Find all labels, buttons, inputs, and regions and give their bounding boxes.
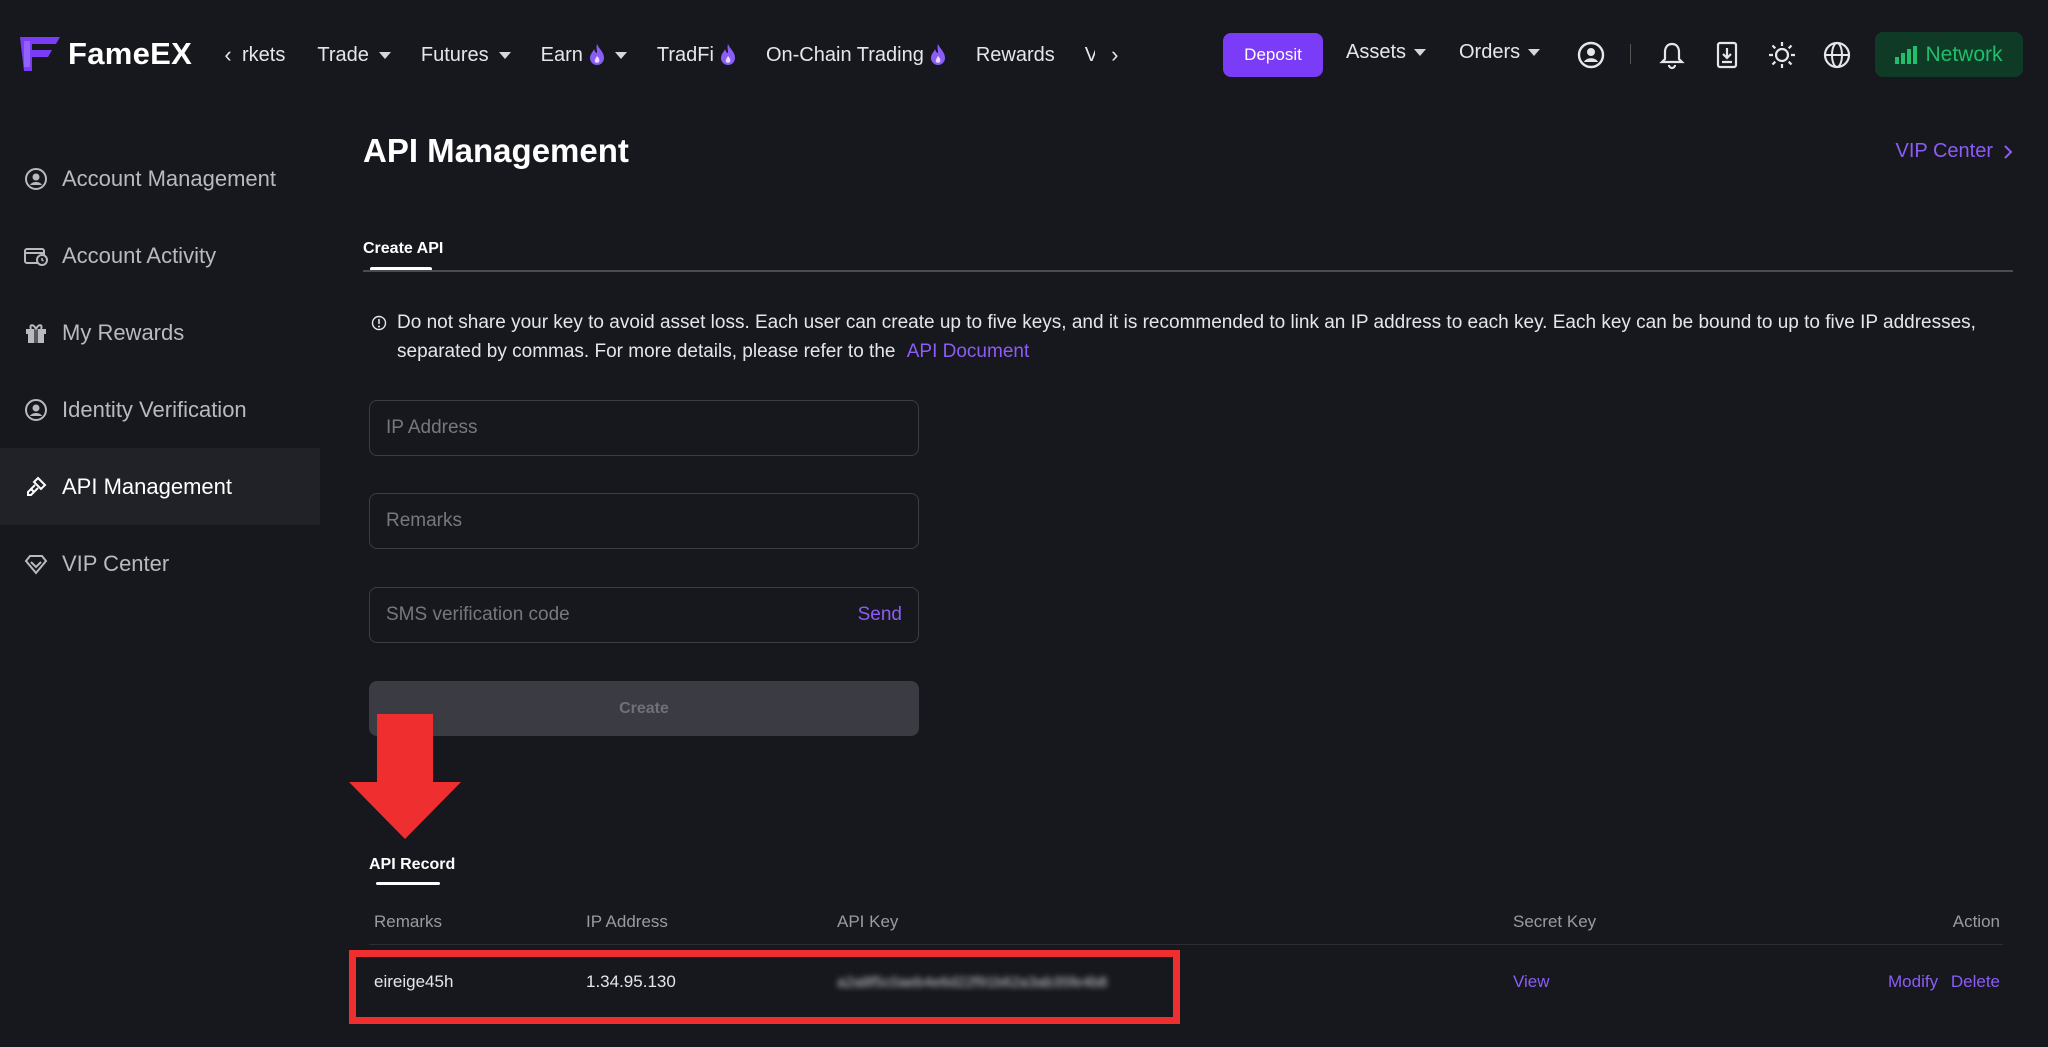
caret-down-icon — [614, 51, 627, 59]
network-label: Network — [1925, 42, 2003, 66]
nav-scroll-left-icon[interactable]: ‹ — [214, 42, 242, 68]
record-tab-indicator — [376, 882, 440, 885]
api-record-table-header: Remarks IP Address API Key Secret Key Ac… — [363, 912, 2003, 944]
info-circle-icon — [371, 315, 387, 331]
sms-code-input[interactable] — [386, 604, 858, 626]
table-header-divider — [369, 944, 2003, 945]
signal-bars-icon — [1895, 45, 1918, 64]
globe-language-icon[interactable] — [1822, 40, 1852, 70]
sidebar-item-identity-verification[interactable]: Identity Verification — [0, 371, 320, 448]
fire-icon — [930, 44, 945, 65]
nav-item-label: Earn — [540, 43, 583, 66]
caret-down-icon — [1414, 49, 1427, 56]
user-circle-icon — [25, 167, 47, 190]
divider — [1630, 44, 1631, 64]
fameex-logo-icon — [20, 37, 60, 71]
nav-item-label: rkets — [242, 43, 286, 66]
nav-item-earn[interactable]: Earn — [541, 44, 627, 67]
nav-item-truncated[interactable]: V — [1085, 44, 1095, 67]
send-code-button[interactable]: Send — [858, 604, 902, 626]
page-title: API Management — [363, 132, 629, 169]
key-icon — [27, 476, 47, 496]
sidebar-item-account-activity[interactable]: Account Activity — [0, 217, 320, 294]
nav-item-markets[interactable]: rkets — [242, 44, 285, 67]
sidebar-item-vip-center[interactable]: VIP Center — [0, 525, 320, 602]
sidebar-item-label: My Rewards — [62, 319, 185, 345]
sms-code-field[interactable]: Send — [369, 587, 919, 643]
vip-center-link[interactable]: VIP Center — [1896, 140, 2013, 163]
api-notice: Do not share your key to avoid asset los… — [371, 308, 1991, 366]
highlight-box-annotation — [349, 950, 1180, 1024]
column-header-secret-key: Secret Key — [1513, 912, 1597, 931]
sidebar-item-label: Account Management — [62, 165, 277, 191]
column-header-api-key: API Key — [837, 912, 899, 931]
brand-name: FameEX — [68, 36, 193, 71]
fire-icon — [720, 44, 735, 65]
gift-icon — [26, 323, 46, 343]
nav-item-label: On-Chain Trading — [765, 43, 924, 66]
nav-item-trade[interactable]: Trade — [317, 44, 391, 67]
ip-address-field[interactable] — [369, 400, 919, 456]
notice-text: Do not share your key to avoid asset los… — [397, 312, 1976, 362]
nav-item-label: V — [1084, 43, 1095, 66]
nav-item-label: Rewards — [975, 43, 1055, 66]
assets-menu[interactable]: Assets — [1346, 41, 1427, 64]
network-status[interactable]: Network — [1875, 32, 2023, 77]
delete-link[interactable]: Delete — [1951, 972, 2000, 992]
assets-label: Assets — [1346, 41, 1407, 63]
orders-label: Orders — [1459, 41, 1521, 63]
theme-sun-icon[interactable] — [1767, 40, 1797, 70]
column-header-action: Action — [1952, 912, 2000, 931]
sidebar-item-label: Identity Verification — [62, 396, 247, 422]
wallet-clock-icon — [24, 247, 48, 266]
id-user-icon — [25, 398, 47, 421]
nav-scroll-right-icon[interactable]: › — [1101, 42, 1129, 68]
fire-icon — [589, 44, 604, 65]
top-navbar: FameEX ‹ rkets Trade Futures Earn TradFi… — [0, 0, 2048, 108]
modify-link[interactable]: Modify — [1888, 972, 1938, 992]
tab-divider — [363, 270, 2013, 272]
sidebar-item-label: API Management — [62, 473, 232, 499]
diamond-icon — [24, 554, 48, 575]
nav-item-label: Futures — [420, 43, 489, 66]
sidebar: Account Management Account Activity My R… — [0, 140, 320, 602]
remarks-input[interactable] — [386, 510, 902, 532]
column-header-remarks: Remarks — [374, 912, 443, 931]
deposit-button[interactable]: Deposit — [1223, 33, 1323, 77]
notice-text-block: Do not share your key to avoid asset los… — [397, 308, 1991, 366]
orders-menu[interactable]: Orders — [1459, 41, 1541, 64]
column-header-ip-address: IP Address — [586, 912, 668, 931]
sidebar-item-label: VIP Center — [62, 550, 170, 576]
bell-icon[interactable] — [1657, 40, 1687, 70]
chevron-right-icon — [2004, 144, 2013, 159]
sidebar-item-account-management[interactable]: Account Management — [0, 140, 320, 217]
nav-item-tradfi[interactable]: TradFi — [657, 44, 736, 67]
nav-item-futures[interactable]: Futures — [421, 44, 511, 67]
nav-item-on-chain-trading[interactable]: On-Chain Trading — [766, 44, 946, 67]
vip-center-link-label: VIP Center — [1895, 140, 1993, 162]
nav-item-label: TradFi — [656, 43, 714, 66]
view-secret-link[interactable]: View — [1513, 972, 1550, 992]
sidebar-item-my-rewards[interactable]: My Rewards — [0, 294, 320, 371]
api-document-link[interactable]: API Document — [907, 341, 1030, 362]
ip-address-input[interactable] — [386, 417, 902, 439]
user-profile-icon[interactable] — [1576, 40, 1606, 70]
sidebar-item-api-management[interactable]: API Management — [0, 448, 320, 525]
caret-down-icon — [378, 51, 391, 59]
nav-item-label: Trade — [317, 43, 369, 66]
tab-create-api[interactable]: Create API — [363, 240, 443, 258]
nav-item-rewards[interactable]: Rewards — [976, 44, 1055, 67]
caret-down-icon — [1528, 49, 1541, 56]
sidebar-item-label: Account Activity — [62, 242, 217, 268]
download-app-icon[interactable] — [1712, 40, 1742, 70]
api-record-title: API Record — [369, 856, 456, 873]
main-nav: ‹ rkets Trade Futures Earn TradFi On-Cha… — [214, 38, 1129, 72]
caret-down-icon — [498, 51, 511, 59]
red-arrow-annotation-icon — [349, 714, 461, 839]
brand-logo[interactable]: FameEX — [20, 36, 192, 72]
remarks-field[interactable] — [369, 493, 919, 549]
